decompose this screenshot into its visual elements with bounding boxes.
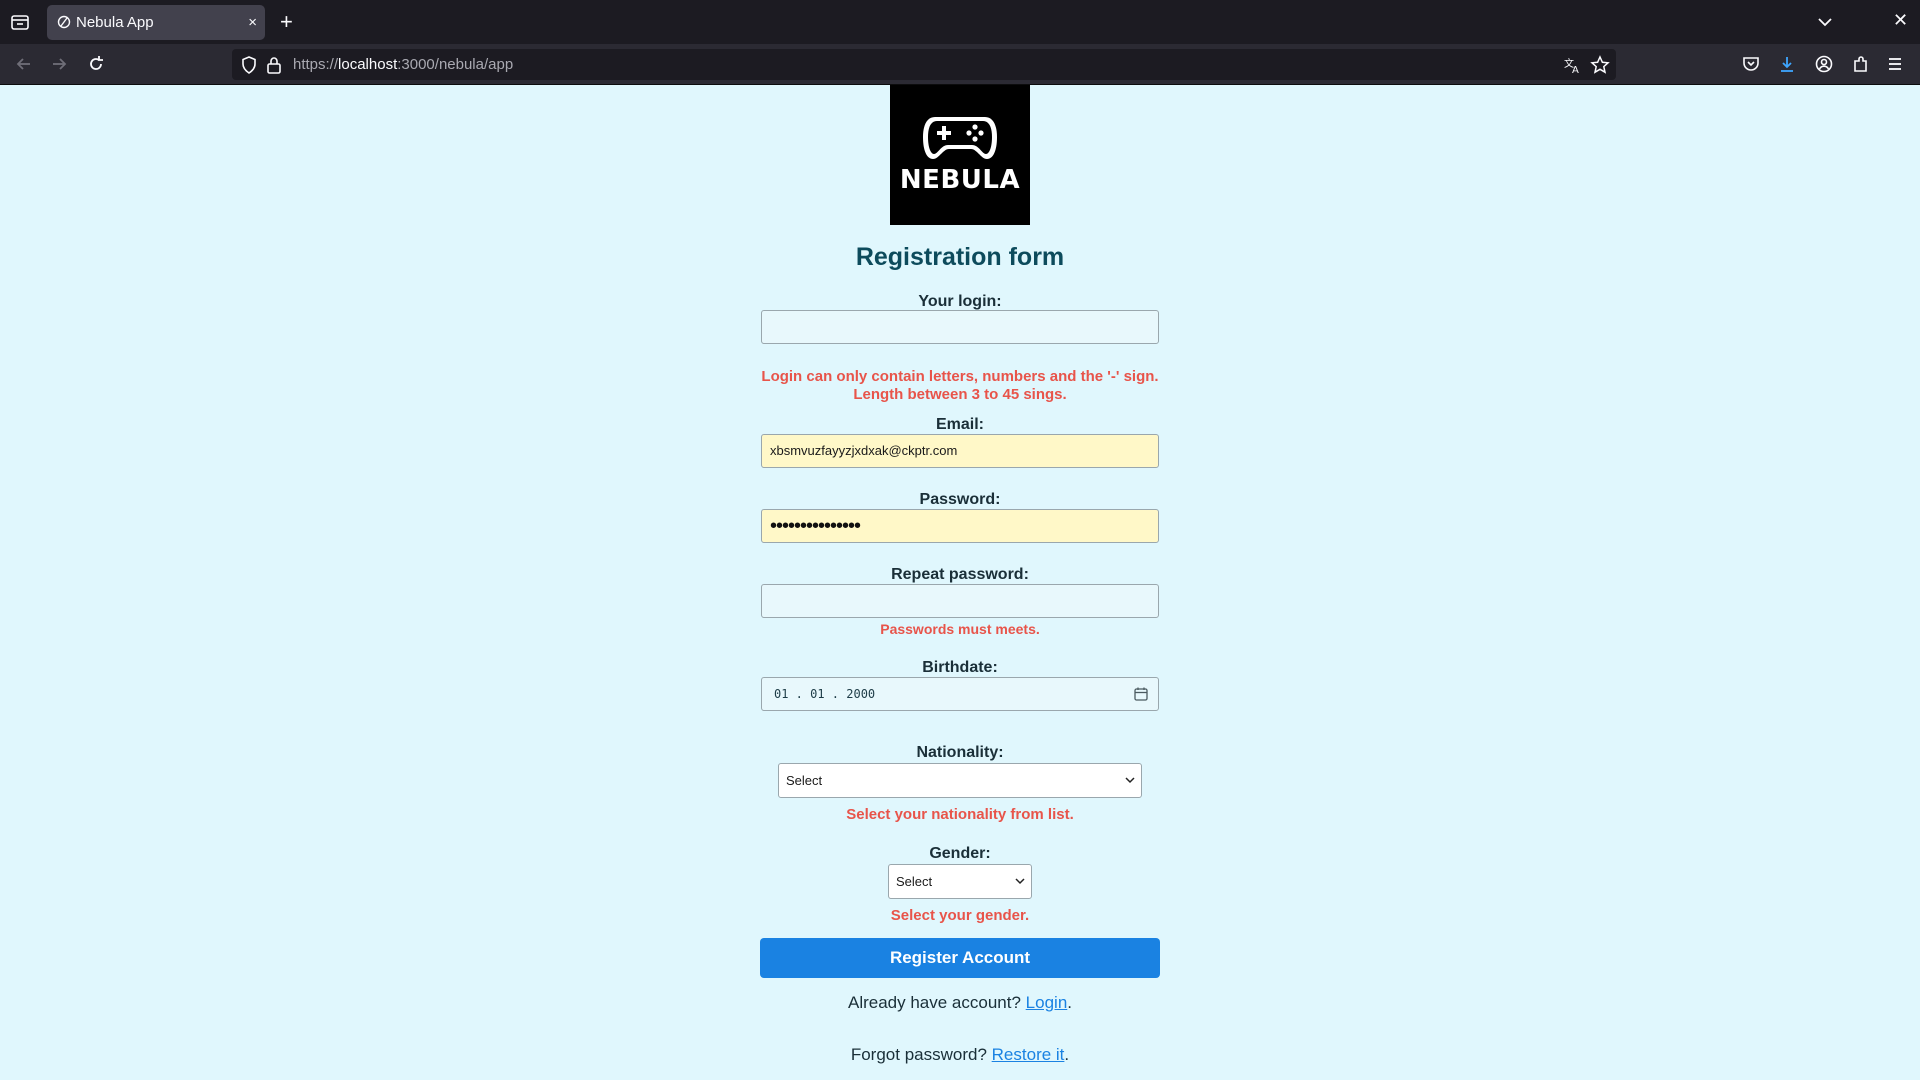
birthdate-input[interactable]: 01 . 01 . 2000 [761, 677, 1159, 711]
gender-label: Gender: [929, 845, 991, 862]
calendar-icon[interactable] [1134, 687, 1148, 701]
tab-list-icon[interactable] [10, 13, 30, 31]
login-error-line2: Length between 3 to 45 sings. [853, 386, 1067, 403]
gamepad-icon [923, 117, 997, 159]
password-value: ••••••••••••••• [770, 515, 861, 537]
forward-arrow-icon[interactable] [49, 54, 69, 74]
repeat-password-label: Repeat password: [891, 566, 1029, 583]
password-label: Password: [919, 491, 1001, 508]
page-title: Registration form [855, 243, 1065, 271]
have-account-line: Already have account? Login. [847, 993, 1073, 1012]
url-text: https://localhost:3000/nebula/app [293, 56, 514, 73]
forgot-password-text: Forgot password? [850, 1045, 987, 1064]
restore-link[interactable]: Restore it [992, 1045, 1065, 1064]
birthdate-label: Birthdate: [922, 659, 998, 676]
gender-selected: Select [896, 874, 933, 889]
browser-tab-strip: Nebula App × + ✕ [0, 0, 1920, 44]
password-input[interactable]: ••••••••••••••• [761, 509, 1159, 543]
login-link[interactable]: Login [1026, 993, 1068, 1012]
nebula-logo: NEBULA [890, 85, 1030, 225]
login-label: Your login: [918, 293, 1002, 310]
menu-icon[interactable] [1885, 54, 1905, 74]
bookmark-star-icon[interactable] [1590, 55, 1610, 75]
have-account-text: Already have account? [847, 993, 1021, 1012]
logo-text: NEBULA [899, 165, 1021, 195]
browser-tab[interactable]: Nebula App × [47, 5, 265, 40]
lock-icon[interactable] [264, 55, 284, 75]
page-content: NEBULA Registration form Your login: Log… [0, 85, 1920, 1080]
shield-icon[interactable] [239, 55, 259, 75]
repeat-password-input[interactable] [761, 584, 1159, 618]
gender-error: Select your gender. [890, 907, 1030, 924]
email-input[interactable]: xbsmvuzfayyzjxdxak@ckptr.com [761, 434, 1159, 468]
nationality-selected: Select [786, 773, 823, 788]
nationality-select[interactable]: Select [778, 763, 1142, 798]
pocket-icon[interactable] [1741, 54, 1761, 74]
forgot-password-line: Forgot password? Restore it. [850, 1045, 1070, 1064]
account-icon[interactable] [1814, 54, 1834, 74]
birthdate-value: 01 . 01 . 2000 [774, 687, 876, 701]
translate-icon[interactable]: 文 A [1562, 55, 1582, 75]
gender-select[interactable]: Select [888, 864, 1032, 899]
chevron-down-icon [1125, 777, 1135, 784]
svg-text:A: A [1572, 65, 1579, 75]
url-bar[interactable]: https://localhost:3000/nebula/app 文 A [232, 49, 1616, 80]
back-arrow-icon[interactable] [14, 54, 34, 74]
reload-icon[interactable] [86, 54, 106, 74]
browser-nav-bar: https://localhost:3000/nebula/app 文 A [0, 44, 1920, 85]
window-close-button[interactable]: ✕ [1893, 10, 1908, 31]
chevron-down-icon[interactable] [1815, 12, 1835, 32]
chevron-down-icon [1015, 878, 1025, 885]
register-account-button[interactable]: Register Account [760, 938, 1160, 978]
nationality-label: Nationality: [916, 744, 1004, 761]
download-icon[interactable] [1777, 54, 1797, 74]
repeat-password-error: Passwords must meets. [880, 621, 1040, 637]
extensions-icon[interactable] [1851, 54, 1871, 74]
email-label: Email: [935, 416, 984, 433]
tab-favicon-icon [57, 15, 71, 29]
nationality-error: Select your nationality from list. [846, 806, 1074, 823]
tab-title: Nebula App [76, 14, 154, 31]
new-tab-button[interactable]: + [280, 9, 293, 35]
tab-close-icon[interactable]: × [248, 5, 257, 40]
email-value: xbsmvuzfayyzjxdxak@ckptr.com [770, 443, 958, 458]
login-error-line1: Login can only contain letters, numbers … [761, 368, 1159, 385]
login-input[interactable] [761, 310, 1159, 344]
